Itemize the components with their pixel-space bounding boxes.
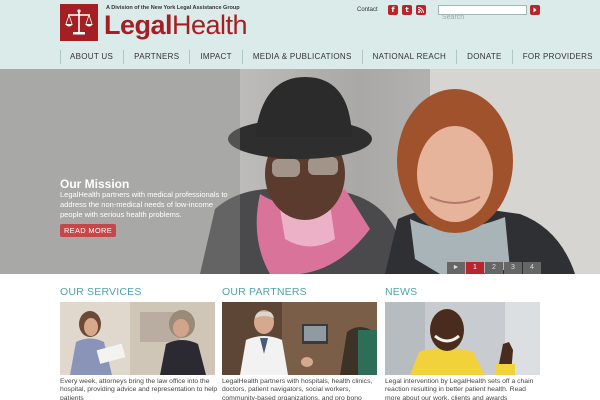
services-description: Every week, attorneys bring the law offi…	[60, 378, 218, 400]
search-arrow-icon	[533, 7, 537, 13]
slider-page-2[interactable]: 2	[485, 262, 503, 274]
nav-about-us[interactable]: ABOUT US	[60, 50, 123, 64]
nav-national-reach[interactable]: NATIONAL REACH	[361, 50, 457, 64]
nav-impact[interactable]: IMPACT	[189, 50, 241, 64]
news-heading[interactable]: NEWS	[385, 286, 540, 298]
contact-link[interactable]: Contact	[357, 7, 378, 13]
partners-heading[interactable]: OUR PARTNERS	[222, 286, 377, 298]
logo-legal-text: Legal	[104, 10, 173, 40]
facebook-icon[interactable]: f	[388, 5, 398, 15]
logo-health-text: Health	[172, 10, 248, 40]
nav-for-providers[interactable]: FOR PROVIDERS	[511, 50, 600, 64]
main-nav: ABOUT US PARTNERS IMPACT MEDIA & PUBLICA…	[60, 50, 600, 64]
slider-controls: ► 1 2 3 4	[447, 262, 542, 274]
nav-donate[interactable]: DONATE	[456, 50, 512, 64]
slider-play-button[interactable]: ►	[447, 262, 465, 274]
nav-media-publications[interactable]: MEDIA & PUBLICATIONS	[241, 50, 362, 64]
partners-photo[interactable]	[222, 302, 377, 375]
services-photo[interactable]	[60, 302, 215, 375]
hero-slider: Our Mission LegalHealth partners with me…	[0, 69, 600, 274]
news-description: Legal intervention by LegalHealth sets o…	[385, 378, 534, 400]
hero-description: LegalHealth partners with medical profes…	[60, 190, 228, 219]
hero-text-overlay	[0, 69, 240, 274]
services-heading[interactable]: OUR SERVICES	[60, 286, 215, 298]
news-column: NEWS Legal intervention by LegalHealth s…	[385, 286, 540, 400]
read-more-button[interactable]: READ MORE	[60, 224, 116, 237]
slider-page-1[interactable]: 1	[466, 262, 484, 274]
rss-icon[interactable]	[416, 5, 426, 15]
search-button[interactable]	[530, 5, 540, 15]
hero-title: Our Mission	[60, 177, 130, 191]
logo-wordmark[interactable]: LegalHealth	[104, 10, 248, 41]
nav-partners[interactable]: PARTNERS	[123, 50, 189, 64]
news-photo[interactable]	[385, 302, 540, 375]
search-input[interactable]	[439, 13, 526, 22]
slider-page-4[interactable]: 4	[523, 262, 541, 274]
partners-column: OUR PARTNERS LegalHealth partners with h…	[222, 286, 377, 400]
partners-description: LegalHealth partners with hospitals, hea…	[222, 378, 373, 400]
search-field[interactable]	[438, 5, 527, 22]
twitter-icon[interactable]: t	[402, 5, 412, 15]
slider-page-3[interactable]: 3	[504, 262, 522, 274]
services-column: OUR SERVICES Every week, attorneys bring…	[60, 286, 217, 400]
logo-scales-icon[interactable]	[60, 4, 98, 41]
site-header: A Division of the New York Legal Assista…	[0, 0, 600, 69]
